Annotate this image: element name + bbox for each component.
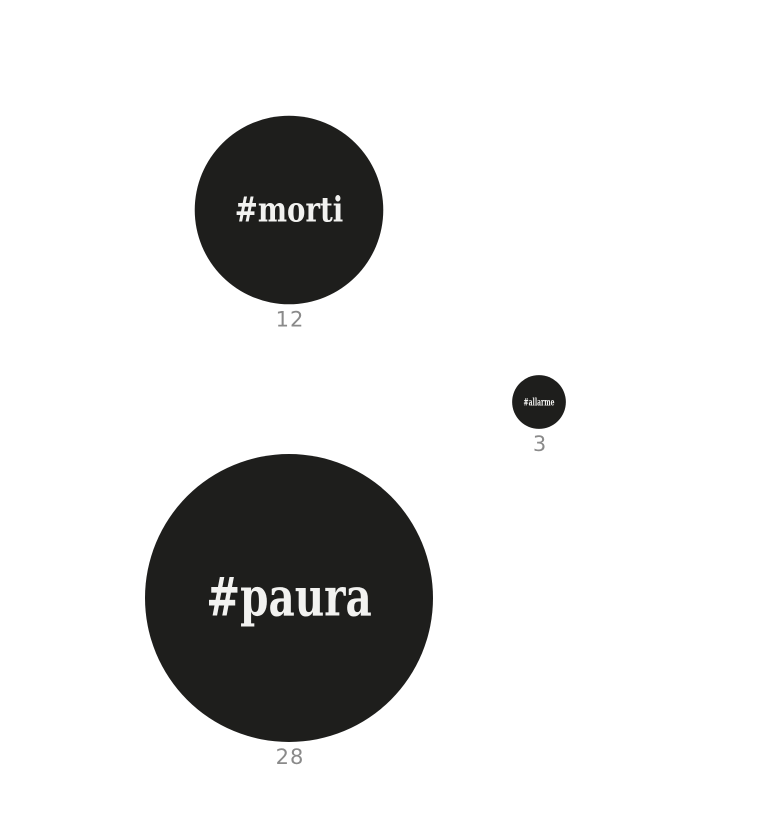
bubble-group: #paura 28 <box>145 454 433 769</box>
bubble-value-label: 3 <box>533 432 547 456</box>
bubble-tag-label: #paura <box>206 566 372 629</box>
bubble-tag-label: #morti <box>235 190 343 231</box>
bubble-group: #morti 12 <box>194 115 384 331</box>
bubble-group: #allarme 3 <box>512 375 566 456</box>
bubble-chart: #morti 12 #allarme 3 #paura 28 <box>145 115 566 769</box>
bubble-value-label: 12 <box>276 307 305 331</box>
bubble-tag-label: #allarme <box>524 397 555 408</box>
bubble-value-label: 28 <box>276 745 305 769</box>
